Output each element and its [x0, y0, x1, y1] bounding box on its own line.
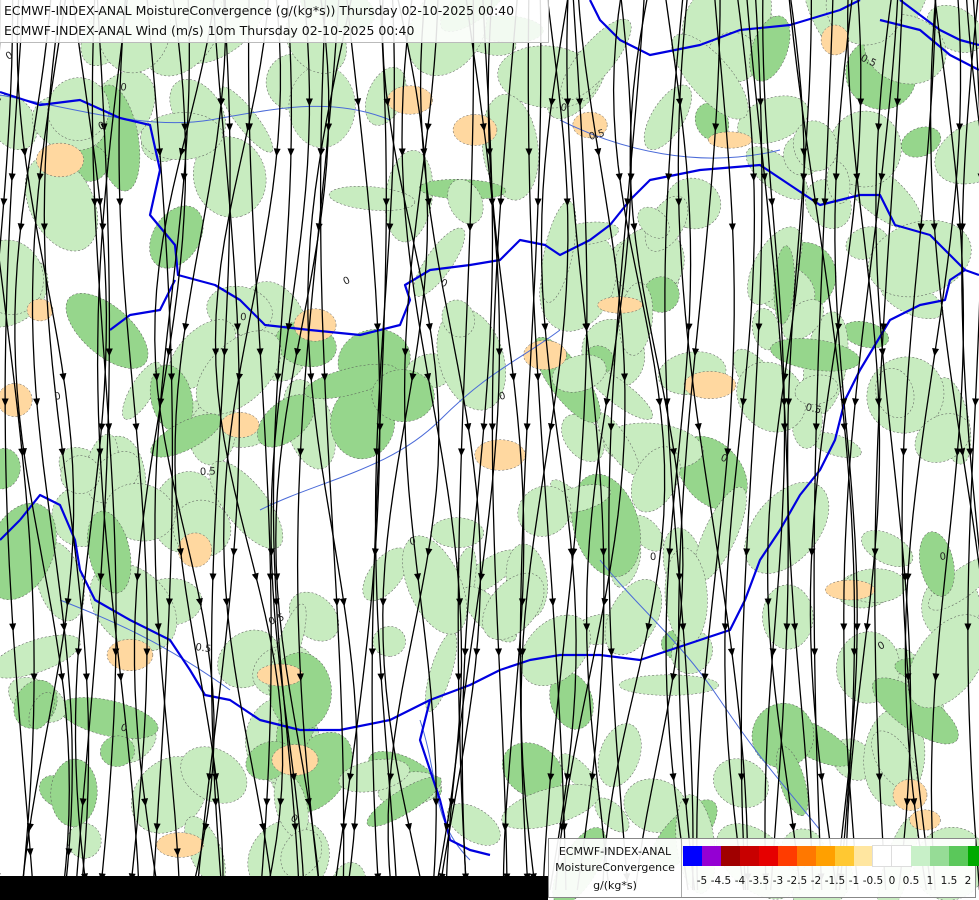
- divergence-area: [892, 779, 928, 811]
- map-title-box: ECMWF-INDEX-ANAL MoistureConvergence (g/…: [0, 0, 549, 43]
- legend-swatch: [816, 846, 835, 866]
- weather-map: 000.500.50000.500.50000.500000.500: [0, 0, 979, 900]
- legend-swatch: [797, 846, 816, 866]
- legend-unit: g/(kg*s): [593, 879, 637, 892]
- map-title-moisture: ECMWF-INDEX-ANAL MoistureConvergence (g/…: [4, 3, 515, 18]
- legend-swatch: [854, 846, 873, 866]
- legend-swatch: [930, 846, 949, 866]
- legend-swatch: [740, 846, 759, 866]
- contour-label: 0.5: [195, 642, 212, 655]
- legend-variable-name: MoistureConvergence: [555, 861, 675, 874]
- legend-swatch: [949, 846, 968, 866]
- legend-swatch: [911, 846, 930, 866]
- divergence-area: [106, 639, 154, 671]
- legend-tick-label: -5: [696, 875, 708, 887]
- legend-tick-label: 1.5: [940, 875, 958, 887]
- legend-tick-label: 0.5: [902, 875, 920, 887]
- contour-label: 0: [240, 312, 247, 323]
- legend-tick-label: -3.5: [748, 875, 770, 887]
- legend-divider: [681, 839, 682, 897]
- legend-swatch: [891, 845, 912, 867]
- legend-swatch: [759, 846, 778, 866]
- map-title-wind: ECMWF-INDEX-ANAL Wind (m/s) 10m Thursday…: [4, 23, 415, 38]
- legend-tick-label: -4.5: [710, 875, 732, 887]
- legend-swatch: [702, 846, 721, 866]
- legend-swatch: [778, 846, 797, 866]
- divergence-area: [909, 809, 941, 831]
- legend-swatch: [872, 845, 893, 867]
- legend-tick-label: -1.5: [824, 875, 846, 887]
- legend-tick-label: 1: [926, 875, 934, 887]
- legend-tick-label: 0: [888, 875, 896, 887]
- legend-tick-label: -0.5: [862, 875, 884, 887]
- legend-tick-label: -3: [772, 875, 784, 887]
- bottom-black-strip: [0, 876, 548, 900]
- legend-swatch: [721, 846, 740, 866]
- divergence-area: [825, 579, 875, 601]
- legend-tick-label: 2: [964, 875, 972, 887]
- legend-tick-label: -2: [810, 875, 822, 887]
- legend-tick-label: -1: [848, 875, 860, 887]
- divergence-area: [156, 832, 204, 858]
- legend-model-name: ECMWF-INDEX-ANAL: [558, 845, 672, 858]
- divergence-area: [26, 298, 54, 322]
- contour-label: 0: [120, 82, 128, 94]
- legend-swatch: [968, 846, 979, 866]
- legend-tick-label: -4: [734, 875, 746, 887]
- legend-swatch: [683, 846, 702, 866]
- color-legend: ECMWF-INDEX-ANAL MoistureConvergence g/(…: [548, 838, 979, 898]
- legend-tick-label: -2.5: [786, 875, 808, 887]
- contour-label: 0.5: [200, 466, 216, 478]
- divergence-area: [820, 24, 850, 56]
- divergence-area: [271, 744, 319, 776]
- contour-label: 0: [650, 552, 657, 563]
- contour-label: 0: [939, 551, 946, 563]
- legend-swatch: [835, 846, 854, 866]
